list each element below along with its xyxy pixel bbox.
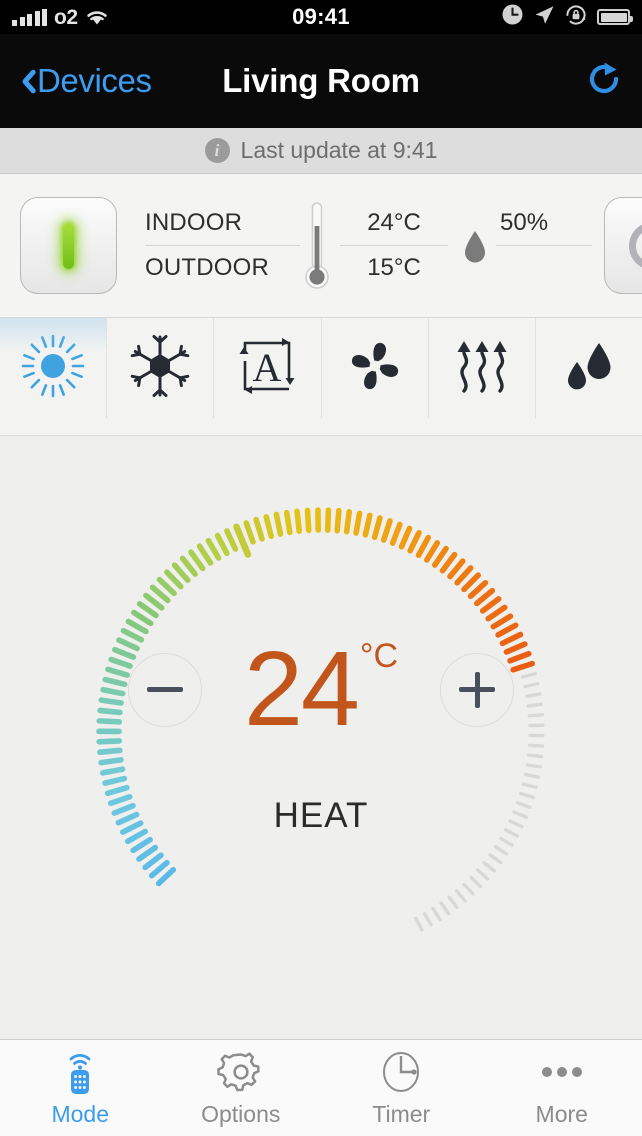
app-root: o2 09:41 Devices Living Room i Last upda…: [0, 0, 642, 1136]
heat-waves-icon: [449, 333, 515, 404]
remote-control-icon: [57, 1048, 103, 1096]
outdoor-temperature: 15°C: [367, 253, 421, 281]
droplets-icon: [556, 333, 622, 404]
sun-icon: [18, 331, 88, 406]
chevron-left-icon: [16, 66, 33, 96]
battery-icon: [597, 9, 633, 25]
clock-icon: [376, 1048, 426, 1096]
climate-info-panel: INDOOR OUTDOOR 24°C 15°C 50%: [0, 174, 642, 318]
plus-icon-v: [474, 671, 480, 708]
tab-mode-label: Mode: [51, 1101, 110, 1127]
svg-text:A: A: [253, 345, 282, 390]
back-button-label: Devices: [37, 62, 152, 99]
ellipsis-icon: [534, 1048, 590, 1096]
readout-grid: INDOOR OUTDOOR 24°C 15°C 50%: [123, 200, 598, 292]
power-on-button[interactable]: [20, 197, 117, 294]
snowflake-icon: [127, 333, 193, 404]
power-off-halo: [598, 191, 642, 300]
mode-auto[interactable]: A: [214, 318, 322, 418]
tab-options-label: Options: [201, 1101, 281, 1127]
auto-a-icon: A: [232, 333, 302, 404]
mode-cool[interactable]: [107, 318, 215, 418]
tab-more-label: More: [535, 1101, 588, 1127]
mode-heat-waves[interactable]: [429, 318, 536, 418]
indoor-label: INDOOR: [145, 202, 300, 246]
thermometer-icon: [304, 200, 330, 292]
tab-timer[interactable]: Timer: [321, 1040, 482, 1136]
tab-mode[interactable]: Mode: [0, 1040, 161, 1136]
power-off-button[interactable]: [604, 197, 642, 294]
readout-labels: INDOOR OUTDOOR: [145, 202, 300, 290]
last-update-text: Last update at 9:41: [240, 137, 438, 163]
last-update-bar: i Last update at 9:41: [0, 128, 642, 174]
power-off-glyph-icon: [628, 221, 642, 270]
mode-dehumidify[interactable]: [536, 318, 642, 418]
status-bar: o2 09:41: [0, 0, 642, 34]
increase-temperature-button[interactable]: [440, 652, 514, 727]
tab-timer-label: Timer: [372, 1101, 431, 1127]
temperature-dial[interactable]: [71, 482, 571, 982]
indoor-humidity: 50%: [496, 202, 592, 246]
tab-bar: Mode Options Timer More: [0, 1039, 642, 1136]
navigation-bar: Devices Living Room: [0, 34, 642, 128]
mode-heat-sun[interactable]: [0, 318, 108, 418]
status-bar-clock: 09:41: [292, 4, 350, 29]
outdoor-humidity: [496, 246, 592, 290]
refresh-icon: [583, 58, 625, 105]
outdoor-label: OUTDOOR: [145, 253, 270, 281]
mode-selector-strip: A: [0, 318, 642, 436]
gear-icon: [216, 1048, 266, 1096]
info-icon: i: [204, 138, 230, 163]
tab-options[interactable]: Options: [161, 1040, 322, 1136]
power-on-halo: [14, 191, 123, 300]
water-drop-icon: [458, 224, 492, 268]
indoor-temperature: 24°C: [340, 202, 448, 246]
temperature-dial-area: 24°C HEAT: [0, 436, 642, 1039]
temperature-values: 24°C 15°C: [340, 202, 448, 290]
fan-icon: [342, 333, 408, 404]
back-button[interactable]: Devices: [16, 62, 152, 100]
decrease-temperature-button[interactable]: [128, 652, 202, 727]
mode-fan[interactable]: [322, 318, 429, 418]
power-on-glyph-icon: [63, 222, 74, 269]
humidity-values: 50%: [496, 202, 592, 290]
minus-icon: [147, 687, 183, 693]
tab-more[interactable]: More: [482, 1040, 642, 1136]
refresh-button[interactable]: [582, 59, 626, 103]
